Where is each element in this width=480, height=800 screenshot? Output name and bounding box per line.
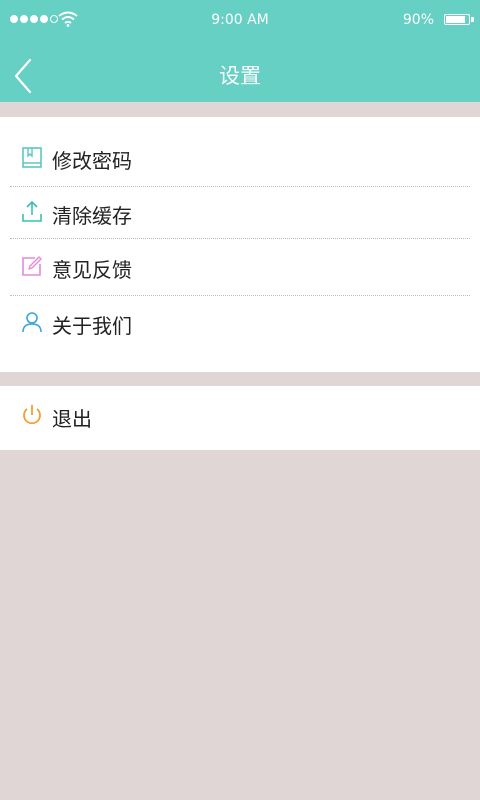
menu-item-label: 意见反馈 xyxy=(52,258,132,282)
divider xyxy=(10,238,470,239)
menu-item-label: 修改密码 xyxy=(52,149,132,173)
battery-percentage: 90% xyxy=(402,12,434,28)
settings-menu: 修改密码 清除缓存 意见反馈 关于我们 xyxy=(0,117,480,372)
header-bar: 9:00 AM 90% 设置 xyxy=(0,0,480,102)
divider xyxy=(10,186,470,187)
upload-icon xyxy=(22,201,42,222)
menu-item-feedback[interactable]: 意见反馈 xyxy=(0,242,480,292)
power-icon xyxy=(23,405,41,425)
page-title: 设置 xyxy=(219,64,261,88)
divider xyxy=(10,295,470,296)
battery-cap xyxy=(471,17,474,22)
logout-button[interactable]: 退出 xyxy=(0,391,480,441)
menu-item-label: 关于我们 xyxy=(52,314,132,338)
status-bar: 9:00 AM 90% xyxy=(0,0,480,40)
menu-item-change-password[interactable]: 修改密码 xyxy=(0,133,480,183)
logout-section: 退出 xyxy=(0,386,480,450)
user-icon xyxy=(22,312,42,333)
book-icon xyxy=(22,147,42,168)
logout-label: 退出 xyxy=(52,407,92,431)
menu-item-label: 清除缓存 xyxy=(52,204,132,228)
menu-item-clear-cache[interactable]: 清除缓存 xyxy=(0,188,480,238)
battery-fill xyxy=(446,16,465,23)
battery-icon xyxy=(444,14,470,25)
menu-item-about-us[interactable]: 关于我们 xyxy=(0,298,480,348)
edit-icon xyxy=(22,256,42,276)
